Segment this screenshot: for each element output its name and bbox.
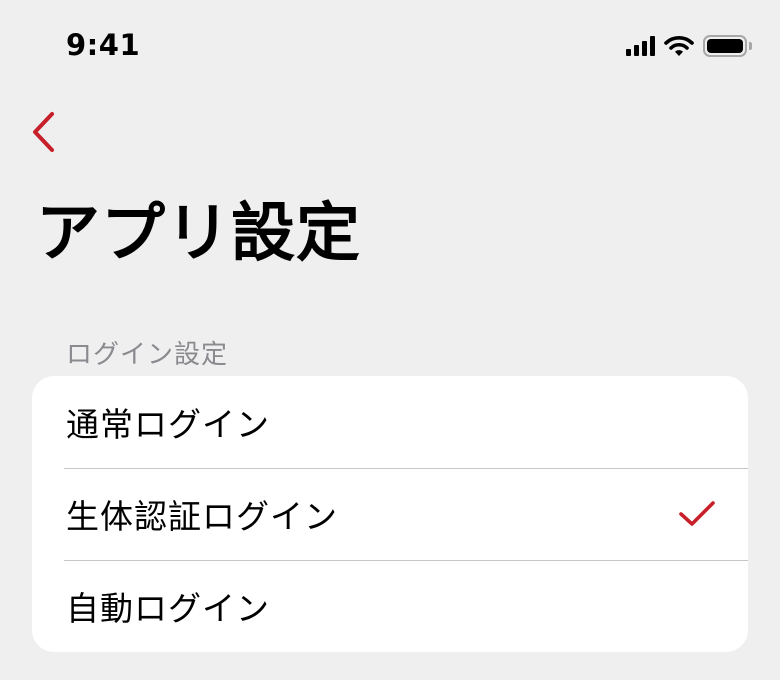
chevron-left-icon bbox=[33, 112, 54, 152]
login-option-biometric[interactable]: 生体認証ログイン bbox=[32, 468, 748, 560]
login-option-standard[interactable]: 通常ログイン bbox=[32, 376, 748, 468]
back-button[interactable] bbox=[28, 108, 68, 156]
wifi-icon bbox=[664, 36, 694, 56]
status-time: 9:41 bbox=[66, 28, 141, 62]
cellular-signal-icon bbox=[626, 36, 655, 56]
status-icons bbox=[626, 34, 752, 58]
page-title: アプリ設定 bbox=[36, 197, 361, 271]
checkmark-icon bbox=[679, 501, 715, 526]
login-options-group: 通常ログイン 生体認証ログイン 自動ログイン bbox=[32, 376, 748, 652]
section-header-login: ログイン設定 bbox=[66, 340, 229, 370]
settings-screen: 9:41 アプリ設定 ログイン設定 通常ログイン 生体認証ログイン 自動ログイン bbox=[0, 0, 780, 680]
option-label: 自動ログイン bbox=[66, 589, 270, 628]
option-label: 生体認証ログイン bbox=[66, 497, 338, 536]
login-option-auto[interactable]: 自動ログイン bbox=[32, 560, 748, 652]
option-label: 通常ログイン bbox=[66, 405, 270, 444]
status-bar: 9:41 bbox=[0, 0, 780, 92]
battery-icon bbox=[703, 35, 752, 57]
